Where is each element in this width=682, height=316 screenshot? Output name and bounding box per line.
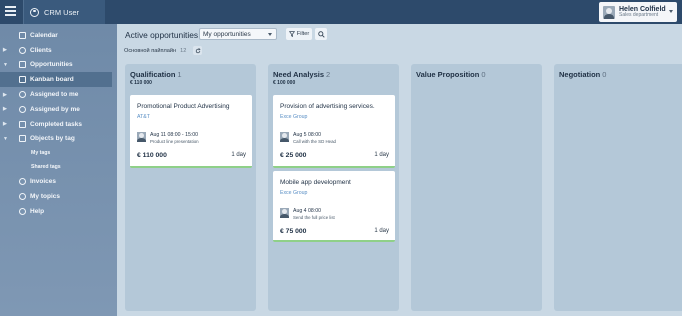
activity-description: Product line presentation — [150, 139, 199, 144]
sidebar-item-calendar[interactable]: Calendar — [0, 28, 117, 43]
app-title: CRM User — [44, 7, 79, 17]
avatar — [603, 5, 615, 19]
card-company-link[interactable]: Exce Group — [280, 114, 307, 120]
column-count: 0 — [481, 70, 486, 79]
card-amount: € 110 000 — [137, 152, 167, 159]
menu-icon[interactable] — [5, 6, 16, 18]
filter-button[interactable]: Filter — [286, 28, 312, 40]
column-title: Negotiation — [559, 70, 601, 79]
activity-time: Aug 4 08:00 — [293, 208, 321, 214]
sidebar-item-completed-tasks[interactable]: ▶ Completed tasks — [0, 117, 117, 132]
column-sum: € 110 000 — [130, 80, 152, 86]
sidebar-item-clients[interactable]: ▶ Clients — [0, 43, 117, 58]
kanban-board: Active opportunities My opportunities Fi… — [117, 24, 682, 316]
user-icon — [30, 7, 39, 17]
pipeline-label: Основной пайплайн — [124, 47, 177, 54]
avatar — [280, 208, 289, 218]
column-sum: € 100 000 — [273, 80, 296, 86]
pipeline-count: 12 — [180, 47, 187, 54]
completed-tasks-icon — [18, 120, 26, 128]
select-value: My opportunities — [203, 30, 251, 38]
page-title: Active opportunities — [125, 30, 199, 40]
column-count: 0 — [602, 70, 607, 79]
filter-icon — [288, 31, 295, 37]
user-menu[interactable]: Helen Colfield Sales department — [599, 2, 677, 22]
sidebar-item-objects-by-tag[interactable]: ▼ Objects by tag — [0, 132, 117, 147]
opportunity-card[interactable]: Mobile app development Exce Group Aug 4 … — [273, 171, 395, 242]
card-amount: € 25 000 — [280, 152, 307, 159]
card-company-link[interactable]: AT&T — [137, 114, 150, 120]
assigned-by-icon — [18, 105, 26, 113]
card-company-link[interactable]: Exce Group — [280, 190, 307, 196]
chevron-down-icon — [669, 10, 673, 13]
search-icon — [317, 30, 325, 38]
calendar-icon — [18, 31, 26, 39]
sidebar-item-shared-tags[interactable]: Shared tags — [0, 160, 117, 174]
refresh-icon — [195, 47, 201, 53]
clients-icon — [18, 46, 26, 54]
card-amount: € 75 000 — [280, 228, 307, 235]
sidebar-item-my-tags[interactable]: My tags — [0, 146, 117, 160]
kanban-column-qualification: Qualification 1 € 110 000 Promotional Pro… — [125, 64, 256, 311]
chevron-right-icon[interactable]: ▶ — [3, 47, 7, 53]
card-title: Provision of advertising services. — [280, 103, 375, 110]
card-title: Mobile app development — [280, 179, 351, 186]
column-count: 1 — [177, 70, 182, 79]
chevron-down-icon[interactable]: ▼ — [3, 136, 8, 142]
card-title: Promotional Product Advertising — [137, 103, 230, 110]
sidebar-item-help[interactable]: Help — [0, 204, 117, 219]
activity-time: Aug 5 08:00 — [293, 132, 321, 138]
sidebar-item-invoices[interactable]: Invoices — [0, 174, 117, 189]
assigned-icon — [18, 91, 26, 99]
card-days: 1 day — [231, 152, 246, 158]
chevron-right-icon[interactable]: ▶ — [3, 106, 7, 112]
top-bar: CRM User Helen Colfield Sales department — [0, 0, 682, 24]
search-button[interactable] — [315, 28, 327, 40]
sidebar: Calendar ▶ Clients ▼ Opportunities Kanba… — [0, 24, 117, 316]
invoices-icon — [18, 178, 26, 186]
activity-description: Send the full price list — [293, 215, 335, 220]
kanban-column-negotiation: Negotiation 0 — [554, 64, 682, 311]
kanban-column-need-analysis: Need Analysis 2 € 100 000 Provision of ad… — [268, 64, 399, 311]
sidebar-item-assigned-to-me[interactable]: ▶ Assigned to me — [0, 87, 117, 102]
app-title-button[interactable]: CRM User — [23, 0, 105, 24]
sidebar-item-assigned-by-me[interactable]: ▶ Assigned by me — [0, 102, 117, 117]
card-days: 1 day — [374, 228, 389, 234]
column-title: Value Proposition — [416, 70, 480, 79]
sidebar-item-my-topics[interactable]: My topics — [0, 189, 117, 204]
sidebar-item-opportunities[interactable]: ▼ Opportunities — [0, 58, 117, 73]
activity-description: Call with the SD Head — [293, 139, 336, 144]
filter-label: Filter — [296, 31, 310, 37]
activity-time: Aug 11 08:00 - 15:00 — [150, 132, 199, 138]
chevron-right-icon[interactable]: ▶ — [3, 121, 7, 127]
column-title: Need Analysis — [273, 70, 324, 79]
chevron-right-icon[interactable]: ▶ — [3, 92, 7, 98]
refresh-button[interactable] — [193, 46, 203, 55]
card-days: 1 day — [374, 152, 389, 158]
chevron-down-icon — [268, 33, 272, 36]
pipeline-selector[interactable]: Основной пайплайн 12 — [124, 46, 203, 55]
avatar — [280, 132, 289, 142]
topics-icon — [18, 193, 26, 201]
avatar — [137, 132, 146, 142]
opportunities-select[interactable]: My opportunities — [199, 28, 277, 40]
column-count: 2 — [326, 70, 331, 79]
sidebar-item-kanban-board[interactable]: Kanban board — [0, 72, 112, 88]
opportunities-icon — [18, 61, 26, 69]
opportunity-card[interactable]: Promotional Product Advertising AT&T Aug… — [130, 95, 252, 168]
user-department: Sales department — [619, 12, 659, 19]
column-title: Qualification — [130, 70, 176, 79]
kanban-column-value-proposition: Value Proposition 0 — [411, 64, 542, 311]
chevron-down-icon[interactable]: ▼ — [3, 62, 8, 68]
help-icon — [18, 207, 26, 215]
tag-icon — [18, 135, 26, 143]
kanban-icon — [18, 76, 26, 84]
opportunity-card[interactable]: Provision of advertising services. Exce … — [273, 95, 395, 168]
